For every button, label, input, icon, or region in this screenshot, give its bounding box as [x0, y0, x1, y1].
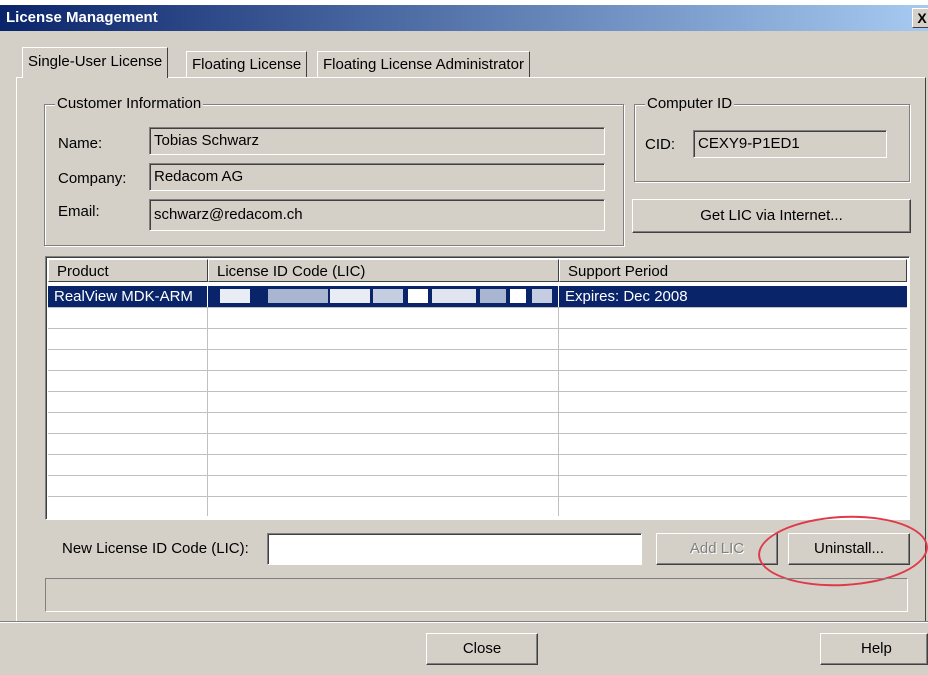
window-title: License Management	[6, 9, 158, 26]
cid-label: CID:	[645, 136, 675, 153]
redaction-block	[373, 289, 403, 303]
column-license-id-code[interactable]: License ID Code (LIC)	[208, 259, 559, 282]
license-row-product: RealView MDK-ARM	[48, 286, 208, 307]
cid-field[interactable]: CEXY9-P1ED1	[693, 130, 887, 158]
redaction-block	[532, 289, 552, 303]
status-bar	[45, 578, 908, 612]
license-row-support: Expires: Dec 2008	[565, 288, 688, 305]
empty-row	[48, 349, 907, 371]
get-lic-via-internet-button[interactable]: Get LIC via Internet...	[632, 199, 911, 233]
empty-row	[48, 328, 907, 350]
email-label: Email:	[58, 203, 100, 220]
redaction-block	[408, 289, 428, 303]
empty-row	[48, 391, 907, 413]
tab-single-user-license[interactable]: Single-User License	[22, 47, 169, 78]
name-label: Name:	[58, 135, 103, 152]
license-row-lic-redacted	[208, 286, 559, 307]
empty-row	[48, 475, 907, 497]
close-button[interactable]: Close	[426, 633, 538, 665]
tab-floating-license-administrator[interactable]: Floating License Administrator	[317, 51, 530, 77]
redaction-block	[220, 289, 250, 303]
footer-separator	[0, 621, 928, 623]
redaction-block	[432, 289, 476, 303]
help-button[interactable]: Help	[820, 633, 928, 665]
computer-id-legend: Computer ID	[645, 95, 735, 112]
license-management-window: License Management X Single-User License…	[0, 0, 928, 675]
company-label: Company:	[58, 170, 127, 187]
license-list[interactable]: Product License ID Code (LIC) Support Pe…	[45, 256, 910, 520]
new-lic-label: New License ID Code (LIC):	[62, 540, 249, 557]
new-lic-input[interactable]	[267, 533, 642, 565]
empty-row	[48, 454, 907, 476]
redaction-block	[330, 289, 370, 303]
redaction-block	[480, 289, 506, 303]
column-support-period[interactable]: Support Period	[559, 259, 907, 282]
tab-floating-license[interactable]: Floating License	[186, 51, 308, 77]
email-field[interactable]: schwarz@redacom.ch	[149, 199, 605, 231]
redaction-block	[268, 289, 328, 303]
empty-row	[48, 370, 907, 392]
column-product[interactable]: Product	[48, 259, 208, 282]
close-window-icon[interactable]: X	[912, 8, 928, 28]
empty-row	[48, 412, 907, 434]
license-list-header: Product License ID Code (LIC) Support Pe…	[48, 259, 907, 282]
redaction-block	[510, 289, 526, 303]
name-field[interactable]: Tobias Schwarz	[149, 127, 605, 155]
customer-information-legend: Customer Information	[55, 95, 204, 112]
empty-row	[48, 307, 907, 329]
company-field[interactable]: Redacom AG	[149, 163, 605, 191]
license-row[interactable]: RealView MDK-ARM Expires: Dec 2008	[48, 286, 907, 308]
titlebar[interactable]: License Management X	[0, 5, 928, 31]
empty-row	[48, 433, 907, 455]
empty-row	[48, 496, 907, 516]
